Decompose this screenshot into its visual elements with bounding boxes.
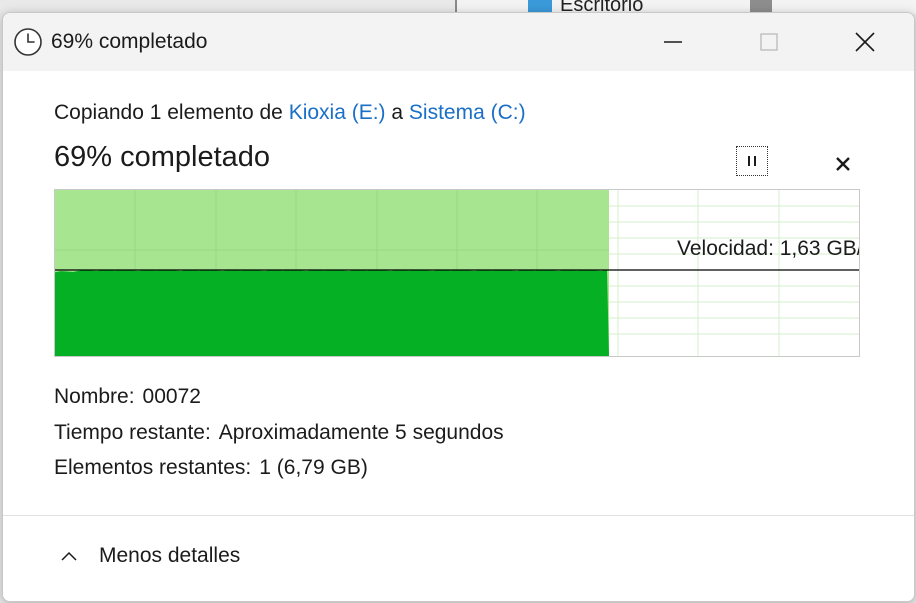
items-remaining-value: 1 (6,79 GB) [259,456,368,479]
close-button[interactable] [817,13,913,71]
window-title: 69% completado [51,30,208,53]
cancel-x-icon [836,157,850,171]
minimize-icon [664,41,682,43]
name-label: Nombre: [54,385,135,408]
speed-label: Velocidad: 1,63 GB/s [677,237,860,260]
title-bar[interactable]: 69% completado [3,13,914,71]
time-remaining-label: Tiempo restante: [54,421,211,444]
maximize-icon [760,33,778,51]
source-link[interactable]: Kioxia (E:) [289,101,386,124]
destination-link[interactable]: Sistema (C:) [409,101,526,124]
graph-canvas [55,190,859,356]
pause-button[interactable] [736,146,768,176]
maximize-button[interactable] [721,13,817,71]
copy-progress-dialog: 69% completado Copiando 1 elemento de Ki… [2,12,915,602]
transfer-speed-graph: Velocidad: 1,63 GB/s [54,189,860,357]
minimize-button[interactable] [625,13,721,71]
progress-heading: 69% completado [54,141,271,173]
speed-area [55,269,609,356]
clock-icon [14,28,42,56]
less-details-button[interactable]: Menos detalles [61,544,240,568]
dialog-content: Copiando 1 elemento de Kioxia (E:) a Sis… [3,71,914,601]
copy-prefix: Copiando 1 elemento de [54,101,283,124]
time-remaining-value: Aproximadamente 5 segundos [218,421,504,444]
chevron-up-icon [61,551,77,561]
detail-name: Nombre: 00072 [54,385,201,409]
copy-connector: a [391,101,404,124]
footer: Menos detalles [3,516,914,601]
name-value: 00072 [142,385,201,408]
less-details-label: Menos detalles [99,544,241,567]
cancel-button[interactable] [829,151,857,177]
background-window-button [750,0,772,12]
detail-time-remaining: Tiempo restante: Aproximadamente 5 segund… [54,421,504,445]
pause-icon [748,156,756,166]
close-icon [855,32,875,52]
desktop: Escritorio 69% completado Copiando 1 ele… [0,0,916,603]
detail-items-remaining: Elementos restantes: 1 (6,79 GB) [54,456,368,480]
items-remaining-label: Elementos restantes: [54,456,252,479]
copy-description: Copiando 1 elemento de Kioxia (E:) a Sis… [54,101,526,125]
